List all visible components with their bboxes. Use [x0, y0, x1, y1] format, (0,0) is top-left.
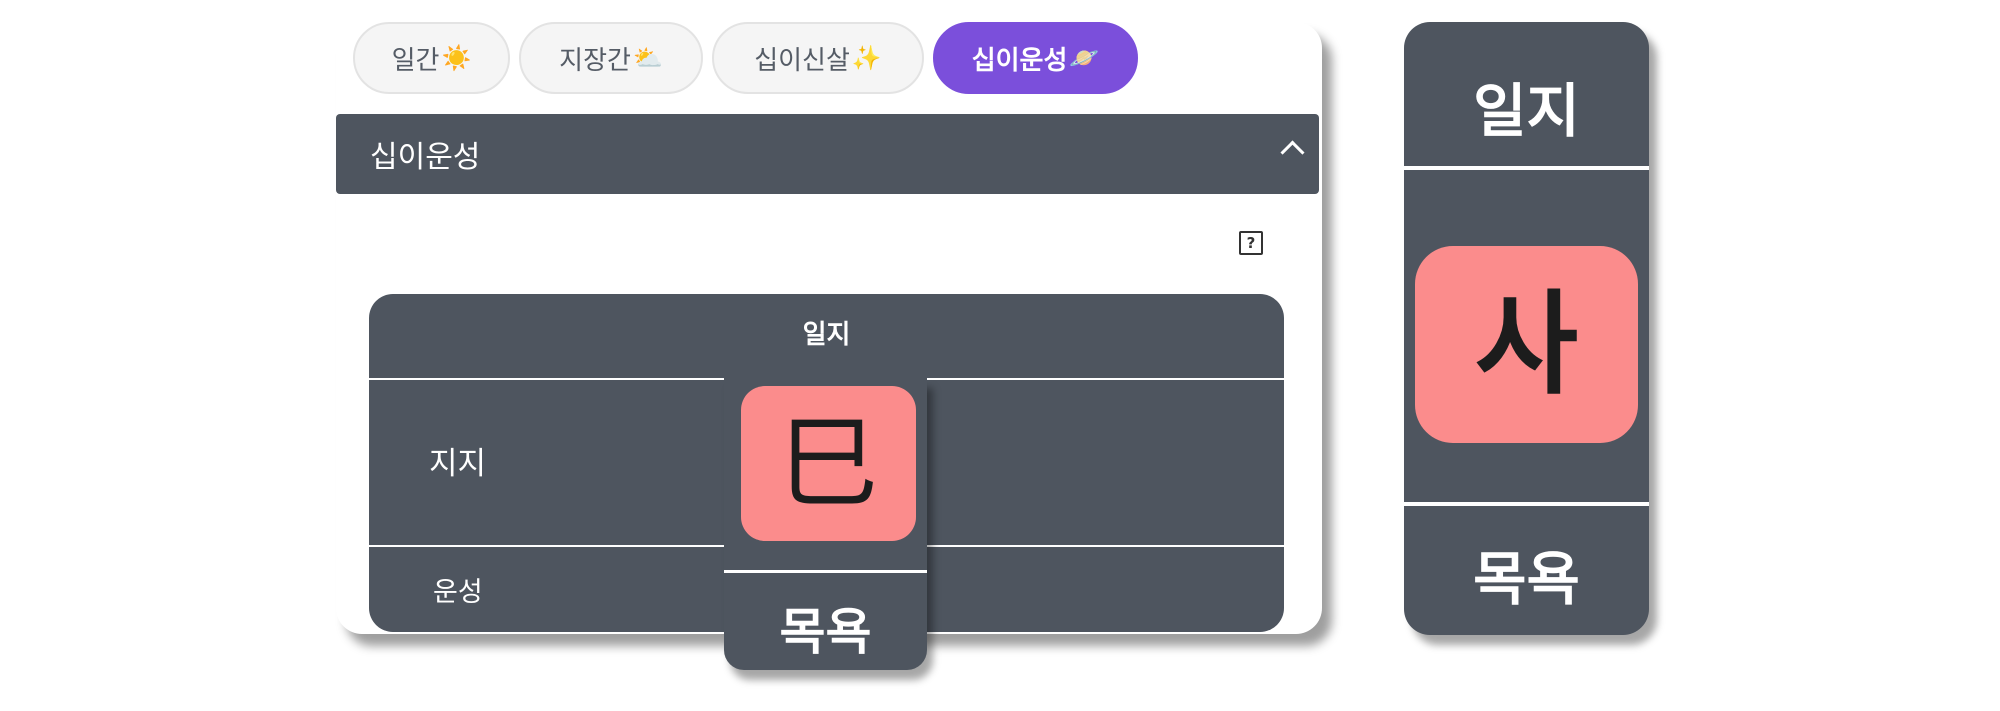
tab-sibiunseong[interactable]: 십이운성 🪐	[933, 22, 1138, 94]
ilji-detail-panel: 일지 사 목욕	[1404, 22, 1649, 635]
earthly-branch-char: 巳	[778, 404, 879, 522]
cloud-sun-icon: ⛅	[632, 44, 663, 72]
tab-jijanggan[interactable]: 지장간 ⛅	[519, 22, 703, 94]
section-title: 십이운성	[370, 140, 481, 175]
tab-label: 일간	[391, 45, 440, 76]
chevron-up-icon	[1280, 140, 1305, 165]
row-label-jiji: 지지	[429, 446, 487, 482]
unseong-value: 목욕	[779, 603, 872, 661]
earthly-branch-reading-text: 사	[1474, 279, 1579, 410]
tab-ilgan[interactable]: 일간 ☀️	[353, 22, 510, 94]
sun-icon: ☀️	[441, 44, 472, 72]
tab-label: 지장간	[559, 45, 631, 76]
earthly-branch-cell: 巳	[741, 386, 916, 541]
panel-divider	[1404, 166, 1649, 170]
panel-title: 일지	[1473, 77, 1580, 145]
sparkles-icon: ✨	[851, 44, 882, 72]
column-header-ilji: 일지	[802, 320, 851, 350]
earthly-branch-reading: 사	[1415, 246, 1638, 443]
tab-label: 십이운성	[971, 45, 1068, 76]
row-label-unseong: 운성	[433, 577, 483, 608]
tab-sibisinsal[interactable]: 십이신살 ✨	[712, 22, 924, 94]
ilji-column-zoom: 巳 목욕	[724, 378, 927, 670]
panel-divider	[1404, 502, 1649, 506]
help-symbol: ?	[1246, 234, 1256, 252]
tab-label: 십이신살	[754, 45, 850, 76]
section-header-sibiunseong[interactable]: 십이운성	[336, 114, 1319, 194]
planet-icon: 🪐	[1069, 44, 1100, 72]
cell-divider	[724, 570, 927, 573]
panel-unseong-value: 목욕	[1473, 545, 1580, 613]
help-icon[interactable]: ?	[1239, 231, 1263, 255]
